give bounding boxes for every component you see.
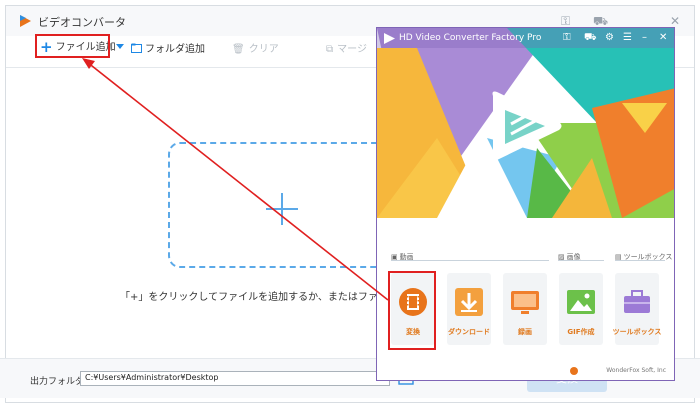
annotation-arrow xyxy=(82,58,389,301)
screenshot: ビデオコンバータ ⚿ ⛟ ✕ + ファイル追加 フォルダ追加 🗑 クリア ⧉ マージ … xyxy=(0,0,700,407)
